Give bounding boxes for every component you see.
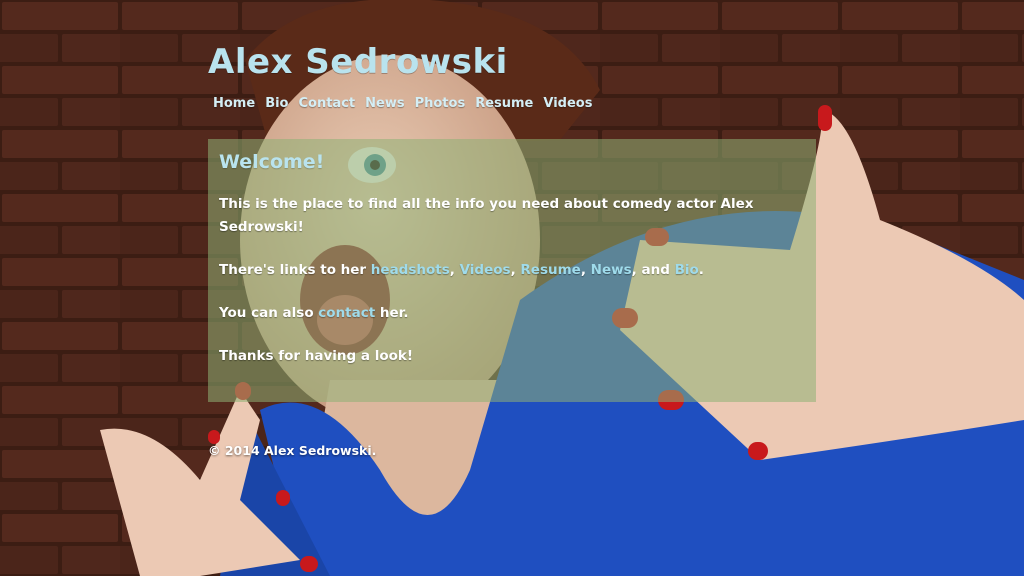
links-prefix: There's links to her: [219, 262, 371, 278]
nav-videos[interactable]: Videos: [543, 96, 592, 111]
separator: ,: [449, 262, 460, 278]
nav-contact[interactable]: Contact: [298, 96, 355, 111]
nav-resume[interactable]: Resume: [475, 96, 533, 111]
nav-news[interactable]: News: [365, 96, 404, 111]
thanks-paragraph: Thanks for having a look!: [219, 348, 414, 364]
separator: ,: [580, 262, 591, 278]
contact-suffix: her.: [375, 305, 409, 321]
separator: ,: [510, 262, 521, 278]
videos-link[interactable]: Videos: [460, 262, 511, 278]
contact-prefix: You can also: [219, 305, 319, 321]
resume-link[interactable]: Resume: [520, 262, 580, 278]
period: .: [698, 262, 704, 278]
nav-bio[interactable]: Bio: [265, 96, 288, 111]
footer-copyright: © 2014 Alex Sedrowski.: [208, 443, 377, 458]
welcome-heading: Welcome!: [219, 151, 325, 173]
links-paragraph: There's links to her headshots, Videos , …: [219, 259, 804, 282]
site-title[interactable]: Alex Sedrowski: [208, 42, 508, 82]
contact-paragraph: You can also contact her.: [219, 302, 804, 325]
welcome-panel: Welcome! This is the place to find all t…: [208, 139, 816, 402]
nav-photos[interactable]: Photos: [415, 96, 466, 111]
contact-link[interactable]: contact: [318, 305, 375, 321]
nav-home[interactable]: Home: [213, 96, 255, 111]
intro-paragraph: This is the place to find all the info y…: [219, 196, 754, 235]
and-separator: , and: [631, 262, 675, 278]
headshots-link[interactable]: headshots: [371, 262, 450, 278]
main-nav: Home Bio Contact News Photos Resume Vide…: [213, 96, 592, 111]
news-link[interactable]: News: [591, 262, 632, 278]
bio-link[interactable]: Bio: [675, 262, 699, 278]
